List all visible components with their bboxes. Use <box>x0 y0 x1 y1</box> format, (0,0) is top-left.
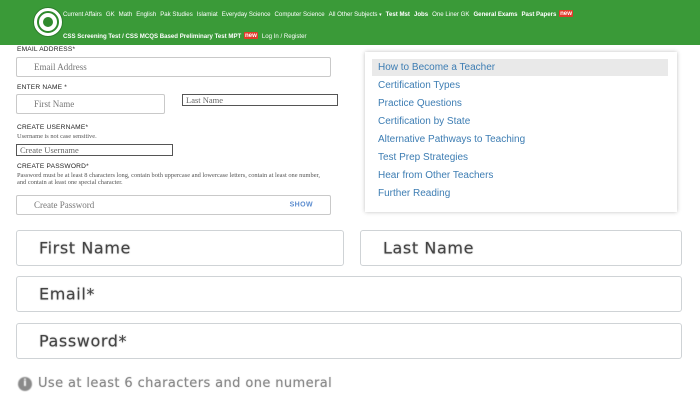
nav-jobs[interactable]: Jobs <box>414 11 428 19</box>
big-first-name-field[interactable]: First Name <box>16 230 344 266</box>
nav-gk[interactable]: GK <box>106 11 115 19</box>
nav-islamiat[interactable]: Islamiat <box>197 11 218 19</box>
first-name-field[interactable]: First Name <box>16 94 165 114</box>
nav-past-papers-label: Past Papers <box>521 11 557 18</box>
username-label: CREATE USERNAME* <box>17 124 89 131</box>
nav-css-screening-test[interactable]: CSS Screening Test / CSS MCQS Based Prel… <box>63 32 258 41</box>
nav-general-exams[interactable]: General Exams <box>473 11 517 19</box>
nav-english[interactable]: English <box>136 11 156 19</box>
nav-one-liner-gk[interactable]: One Liner GK <box>432 11 469 19</box>
link-hear-from-other-teachers[interactable]: Hear from Other Teachers <box>372 167 668 184</box>
topic-links-panel: How to Become a Teacher Certification Ty… <box>365 52 677 212</box>
info-icon: i <box>18 376 32 391</box>
password-label: CREATE PASSWORD* <box>17 163 89 170</box>
big-password-placeholder: Password* <box>39 331 128 351</box>
password-field[interactable]: Create Password SHOW <box>16 195 331 215</box>
nav-login-register[interactable]: Log In / Register <box>262 33 307 41</box>
username-field[interactable]: Create Username <box>16 144 173 156</box>
link-how-to-become-a-teacher[interactable]: How to Become a Teacher <box>372 59 668 76</box>
nav-everyday-science[interactable]: Everyday Science <box>222 11 271 19</box>
big-last-name-field[interactable]: Last Name <box>360 230 682 266</box>
username-placeholder: Create Username <box>20 145 79 155</box>
password-tip-text: Use at least 6 characters and one numera… <box>38 376 333 391</box>
email-field[interactable]: Email Address <box>16 57 331 77</box>
link-test-prep-strategies[interactable]: Test Prep Strategies <box>372 149 668 166</box>
email-label: EMAIL ADDRESS* <box>17 46 76 53</box>
top-navbar: Current Affairs GK Math English Pak Stud… <box>0 0 700 45</box>
new-badge: new <box>559 10 573 17</box>
link-further-reading[interactable]: Further Reading <box>372 185 668 202</box>
chevron-down-icon: ▾ <box>379 12 382 18</box>
big-password-field[interactable]: Password* <box>16 323 682 359</box>
name-label: ENTER NAME * <box>17 84 68 91</box>
nav-row-primary: Current Affairs GK Math English Pak Stud… <box>63 10 573 19</box>
nav-math[interactable]: Math <box>119 11 133 19</box>
email-placeholder: Email Address <box>34 62 87 72</box>
big-first-name-placeholder: First Name <box>39 238 131 258</box>
nav-test-mst[interactable]: Test Mst <box>386 11 410 19</box>
link-practice-questions[interactable]: Practice Questions <box>372 95 668 112</box>
big-email-field[interactable]: Email* <box>16 276 682 312</box>
nav-current-affairs[interactable]: Current Affairs <box>63 11 102 19</box>
nav-css-screening-test-label: CSS Screening Test / CSS MCQS Based Prel… <box>63 33 242 40</box>
big-last-name-placeholder: Last Name <box>383 238 475 258</box>
nav-computer-science[interactable]: Computer Science <box>275 11 325 19</box>
last-name-placeholder: Last Name <box>186 95 224 105</box>
link-alternative-pathways[interactable]: Alternative Pathways to Teaching <box>372 131 668 148</box>
site-logo[interactable] <box>33 7 63 37</box>
new-badge: new <box>243 32 258 39</box>
nav-row-secondary: CSS Screening Test / CSS MCQS Based Prel… <box>63 32 307 41</box>
password-placeholder: Create Password <box>34 200 95 210</box>
nav-pak-studies[interactable]: Pak Studies <box>160 11 193 19</box>
first-name-placeholder: First Name <box>34 99 75 109</box>
password-hint: Password must be at least 8 characters l… <box>17 172 321 186</box>
show-password-button[interactable]: SHOW <box>290 202 313 209</box>
link-certification-by-state[interactable]: Certification by State <box>372 113 668 130</box>
last-name-field[interactable]: Last Name <box>182 94 338 106</box>
nav-all-other-subjects[interactable]: All Other Subjects ▾ <box>329 11 382 19</box>
logo-core <box>43 17 53 27</box>
nav-past-papers[interactable]: Past Papers new <box>521 10 573 19</box>
big-email-placeholder: Email* <box>39 284 95 304</box>
nav-all-other-subjects-label: All Other Subjects <box>328 11 378 18</box>
password-tip: i Use at least 6 characters and one nume… <box>18 376 332 391</box>
link-certification-types[interactable]: Certification Types <box>372 77 668 94</box>
username-hint: Username is not case sensitive. <box>17 133 97 140</box>
